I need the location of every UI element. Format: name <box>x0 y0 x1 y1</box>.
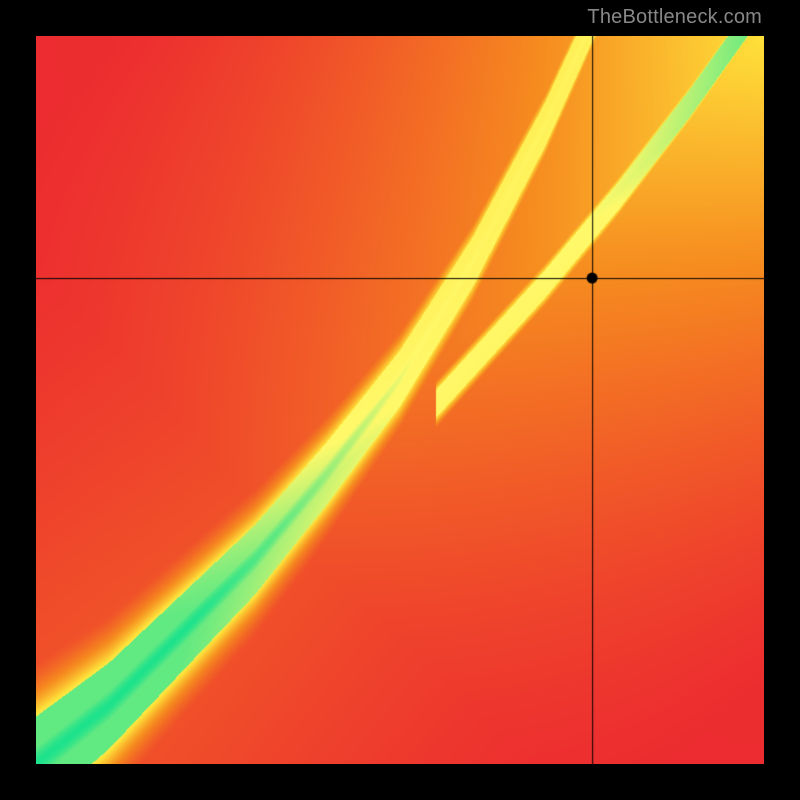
chart-frame: TheBottleneck.com <box>0 0 800 800</box>
attribution-label: TheBottleneck.com <box>587 6 762 29</box>
heatmap-canvas <box>36 36 764 764</box>
plot-area <box>36 36 764 764</box>
